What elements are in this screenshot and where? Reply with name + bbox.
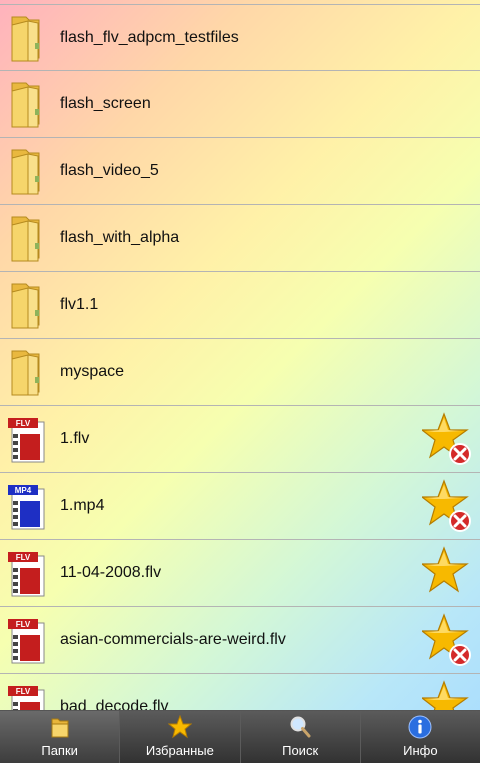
svg-text:MP4: MP4 [15,486,32,495]
folder-icon [6,349,48,397]
tab-info[interactable]: Инфо [360,711,480,763]
folder-icon [6,81,48,129]
remove-favorite-icon[interactable] [420,479,472,533]
file-row[interactable]: MP4 1.mp4 [0,473,480,540]
svg-text:FLV: FLV [16,419,31,428]
file-row[interactable]: FLV 11-04-2008.flv [0,540,480,607]
file-row[interactable]: FLV bad_decode.flv [0,674,480,710]
flv-file-icon: FLV [6,684,48,710]
flv-file-icon: FLV [6,416,48,464]
mp4-file-icon: MP4 [6,483,48,531]
tab-favorites-label: Избранные [145,743,214,758]
add-favorite-icon[interactable] [420,546,472,600]
remove-favorite-icon[interactable] [420,613,472,667]
folder-icon [51,718,69,738]
star-icon [167,715,192,739]
flv-file-icon: FLV [6,550,48,598]
folder-icon [6,282,48,330]
tab-search-label: Поиск [282,743,319,758]
remove-favorite-icon[interactable] [420,412,472,466]
folder-name: flash_screen [60,95,151,112]
folder-icon [6,15,48,63]
folder-icon [6,148,48,196]
file-name: 1.flv [60,430,90,447]
folder-row[interactable]: flv1.1 [0,272,480,339]
add-favorite-icon[interactable] [420,680,472,710]
tab-favorites[interactable]: Избранные [120,711,241,763]
folder-row[interactable]: flash_screen [0,71,480,138]
folder-row[interactable]: flash_video_5 [0,138,480,205]
search-icon [290,716,311,738]
file-name: bad_decode.flv [60,698,169,710]
tab-search[interactable]: Поиск [240,711,361,763]
tab-info-label: Инфо [403,743,438,758]
tab-folders-label: Папки [41,743,78,758]
file-row[interactable]: FLV asian-commercials-are-weird.flv [0,607,480,674]
folder-row[interactable]: flash_flv_adpcm_testfiles [0,4,480,71]
svg-text:FLV: FLV [16,687,31,696]
file-name: 11-04-2008.flv [60,564,162,581]
folder-name: flash_video_5 [60,162,159,179]
svg-text:FLV: FLV [16,620,31,629]
svg-text:FLV: FLV [16,553,31,562]
file-row[interactable]: FLV 1.flv [0,406,480,473]
flv-file-icon: FLV [6,617,48,665]
folder-name: flv1.1 [60,296,99,313]
folder-row[interactable]: myspace [0,339,480,406]
folder-row[interactable]: flash_with_alpha [0,205,480,272]
folder-icon [6,215,48,263]
file-name: asian-commercials-are-weird.flv [60,631,286,648]
file-list: flash_flv_adpcm_testfiles flash_screenfla… [0,0,480,710]
folder-name: flash_flv_adpcm_testfiles [60,29,239,46]
bottom-tab-bar: Папки Избранные Поиск Инфо [0,710,480,763]
info-icon [408,715,432,739]
tab-folders[interactable]: Папки [0,711,121,763]
folder-name: flash_with_alpha [60,229,180,246]
file-name: 1.mp4 [60,497,105,514]
folder-name: myspace [60,363,125,380]
